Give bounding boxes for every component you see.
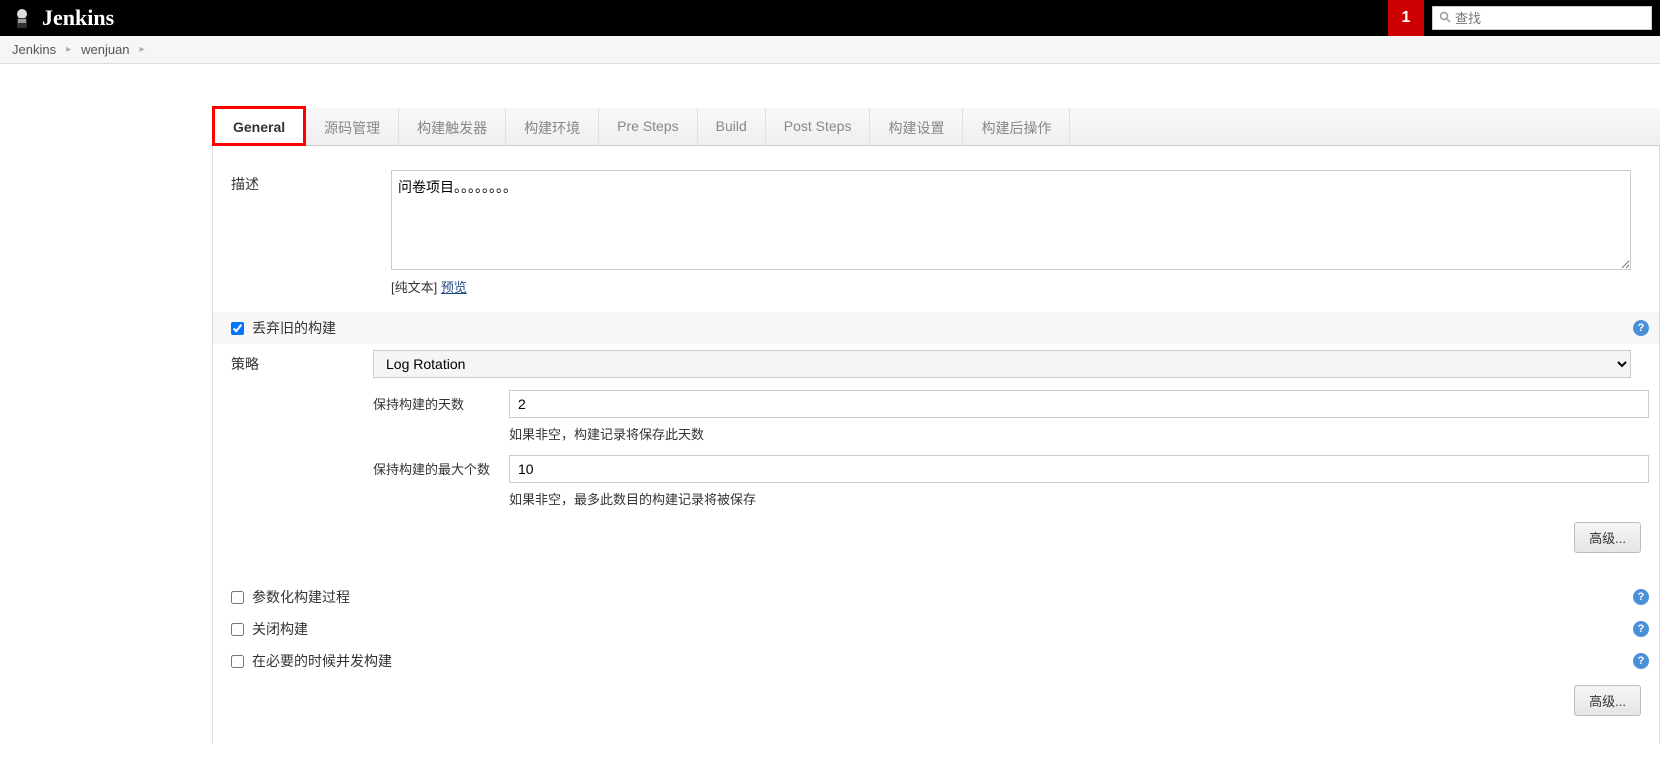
advanced-button-row-1: 高级... bbox=[213, 514, 1659, 561]
tabs: General 源码管理 构建触发器 构建环境 Pre Steps Build … bbox=[212, 108, 1660, 146]
max-to-keep-row: 保持构建的最大个数 如果非空，最多此数目的构建记录将被保存 bbox=[373, 449, 1649, 514]
tab-presteps[interactable]: Pre Steps bbox=[599, 108, 697, 145]
parameterized-label: 参数化构建过程 bbox=[252, 587, 350, 607]
help-icon[interactable]: ? bbox=[1633, 320, 1649, 336]
advanced-button[interactable]: 高级... bbox=[1574, 685, 1641, 716]
discard-old-builds-checkbox[interactable] bbox=[231, 322, 244, 335]
format-hint: [纯文本] 预览 bbox=[391, 277, 1631, 296]
description-row: 描述 问卷项目。。。。。。。。 [纯文本] 预览 bbox=[213, 166, 1659, 300]
parameterized-checkbox[interactable] bbox=[231, 591, 244, 604]
disable-build-label: 关闭构建 bbox=[252, 619, 308, 639]
concurrent-build-row: 在必要的时候并发构建 ? bbox=[213, 645, 1659, 677]
breadcrumb-item-jenkins[interactable]: Jenkins bbox=[12, 42, 56, 57]
tab-source[interactable]: 源码管理 bbox=[306, 108, 399, 145]
disable-build-row: 关闭构建 ? bbox=[213, 613, 1659, 645]
chevron-right-icon: ▸ bbox=[66, 44, 71, 55]
max-to-keep-hint: 如果非空，最多此数目的构建记录将被保存 bbox=[509, 489, 1649, 508]
form-section: 描述 问卷项目。。。。。。。。 [纯文本] 预览 丢弃旧的构建 ? 策略 Log… bbox=[212, 146, 1660, 744]
description-textarea[interactable]: 问卷项目。。。。。。。。 bbox=[391, 170, 1631, 270]
help-icon[interactable]: ? bbox=[1633, 589, 1649, 605]
tab-general[interactable]: General bbox=[212, 106, 306, 146]
logo[interactable]: Jenkins bbox=[10, 5, 114, 31]
tab-build[interactable]: Build bbox=[698, 108, 766, 145]
tab-postbuild[interactable]: 构建后操作 bbox=[963, 108, 1070, 145]
tab-environment[interactable]: 构建环境 bbox=[506, 108, 599, 145]
days-to-keep-input[interactable] bbox=[509, 390, 1649, 418]
advanced-button[interactable]: 高级... bbox=[1574, 522, 1641, 553]
days-to-keep-row: 保持构建的天数 如果非空，构建记录将保存此天数 bbox=[373, 384, 1649, 449]
chevron-right-icon: ▸ bbox=[140, 44, 145, 55]
strategy-row: 策略 Log Rotation bbox=[213, 344, 1659, 384]
search-box[interactable] bbox=[1432, 6, 1652, 30]
help-icon[interactable]: ? bbox=[1633, 653, 1649, 669]
disable-build-checkbox[interactable] bbox=[231, 623, 244, 636]
help-icon[interactable]: ? bbox=[1633, 621, 1649, 637]
max-to-keep-input[interactable] bbox=[509, 455, 1649, 483]
main-content: General 源码管理 构建触发器 构建环境 Pre Steps Build … bbox=[0, 108, 1660, 774]
concurrent-build-checkbox[interactable] bbox=[231, 655, 244, 668]
parameterized-row: 参数化构建过程 ? bbox=[213, 581, 1659, 613]
jenkins-icon bbox=[10, 6, 34, 30]
discard-old-builds-label: 丢弃旧的构建 bbox=[252, 318, 336, 338]
concurrent-build-label: 在必要的时候并发构建 bbox=[252, 651, 392, 671]
notification-badge[interactable]: 1 bbox=[1388, 0, 1424, 36]
discard-old-builds-row: 丢弃旧的构建 ? bbox=[213, 312, 1659, 344]
preview-link[interactable]: 预览 bbox=[441, 280, 467, 295]
days-to-keep-label: 保持构建的天数 bbox=[373, 390, 509, 413]
rotation-settings: 保持构建的天数 如果非空，构建记录将保存此天数 保持构建的最大个数 如果非空，最… bbox=[373, 384, 1649, 514]
description-label: 描述 bbox=[231, 170, 391, 194]
tab-settings[interactable]: 构建设置 bbox=[870, 108, 963, 145]
search-input[interactable] bbox=[1455, 11, 1645, 26]
max-to-keep-label: 保持构建的最大个数 bbox=[373, 455, 509, 478]
logo-text: Jenkins bbox=[42, 5, 114, 31]
header: Jenkins 1 bbox=[0, 0, 1660, 36]
breadcrumb: Jenkins ▸ wenjuan ▸ bbox=[0, 36, 1660, 64]
tab-triggers[interactable]: 构建触发器 bbox=[399, 108, 506, 145]
strategy-select[interactable]: Log Rotation bbox=[373, 350, 1631, 378]
header-right: 1 bbox=[1388, 0, 1660, 36]
advanced-button-row-2: 高级... bbox=[213, 677, 1659, 724]
search-icon bbox=[1439, 11, 1451, 26]
days-to-keep-hint: 如果非空，构建记录将保存此天数 bbox=[509, 424, 1649, 443]
tab-poststeps[interactable]: Post Steps bbox=[766, 108, 871, 145]
breadcrumb-item-project[interactable]: wenjuan bbox=[81, 42, 129, 57]
strategy-label: 策略 bbox=[231, 354, 373, 374]
